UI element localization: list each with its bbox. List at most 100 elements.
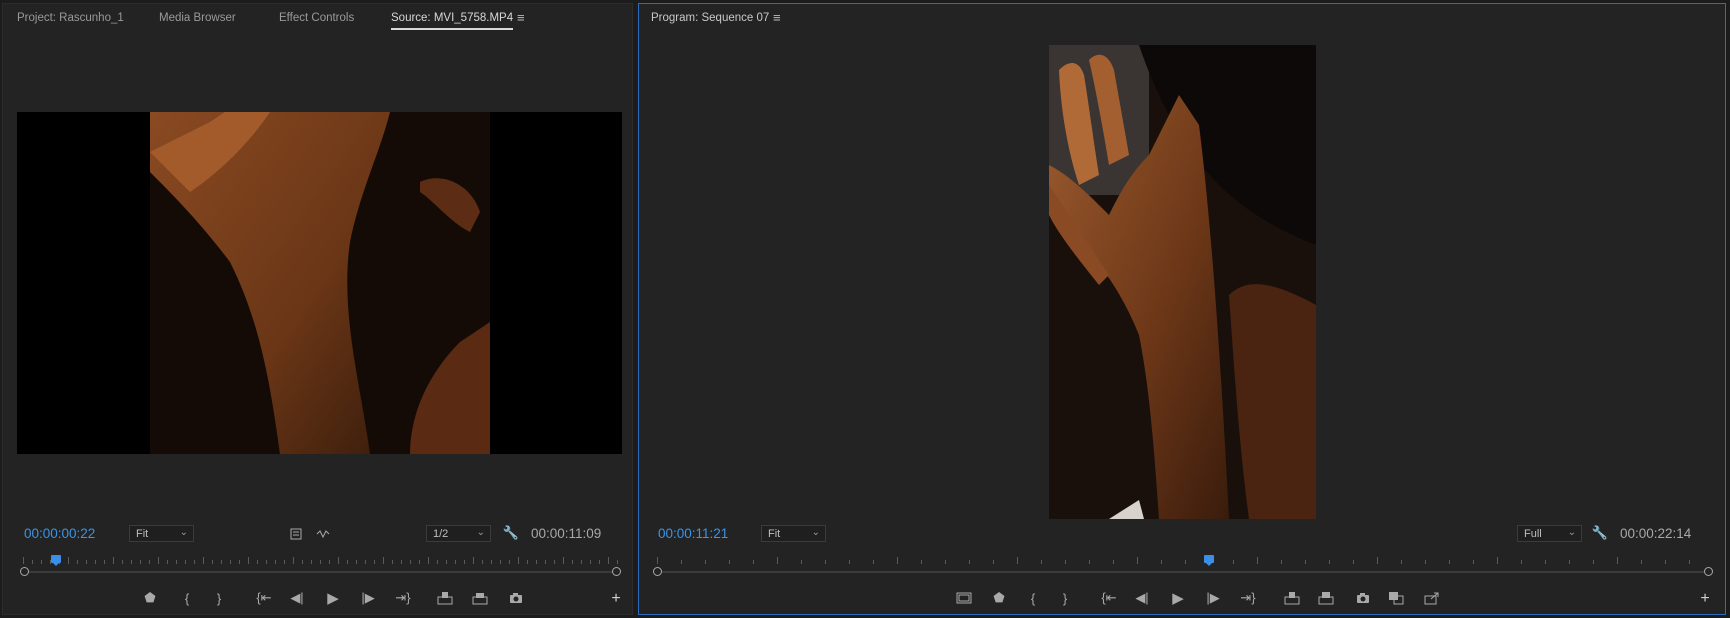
step-forward-icon[interactable]: |▶: [358, 588, 378, 608]
ruler-tick: [68, 557, 69, 564]
program-video-frame: [1049, 45, 1316, 519]
go-to-in-icon[interactable]: {⇤: [1099, 588, 1119, 608]
ruler-tick: [419, 560, 420, 564]
program-zoom-value: Fit: [768, 528, 781, 540]
ruler-tick: [1665, 560, 1666, 564]
export-frame-icon[interactable]: [506, 588, 526, 608]
overwrite-icon[interactable]: [470, 588, 490, 608]
step-back-icon[interactable]: ◀|: [1132, 588, 1152, 608]
ruler-tick: [491, 560, 492, 564]
ruler-tick: [753, 560, 754, 564]
source-zoom-scrollbar[interactable]: [27, 571, 616, 573]
ruler-tick: [257, 560, 258, 564]
hamburger-menu-icon[interactable]: ≡: [517, 10, 525, 25]
program-current-timecode[interactable]: 00:00:11:21: [658, 526, 728, 541]
ruler-tick: [248, 557, 249, 564]
hamburger-menu-icon[interactable]: ≡: [773, 10, 781, 25]
program-title[interactable]: Program: Sequence 07: [651, 12, 769, 24]
ruler-tick: [969, 560, 970, 564]
program-tab-bar: Program: Sequence 07 ≡: [639, 4, 1725, 34]
ruler-tick: [284, 560, 285, 564]
ruler-tick: [1545, 560, 1546, 564]
program-frame-image: [1049, 45, 1316, 519]
insert-icon[interactable]: [435, 588, 455, 608]
mark-in-icon[interactable]: {: [177, 588, 197, 608]
wrench-icon[interactable]: 🔧: [1590, 523, 1610, 543]
safe-margins-icon[interactable]: [954, 588, 974, 608]
drag-video-only-icon[interactable]: [286, 524, 306, 544]
play-icon[interactable]: ▶: [323, 588, 343, 608]
go-to-in-icon[interactable]: {⇤: [254, 588, 274, 608]
program-resolution-dropdown[interactable]: Full ⌄: [1517, 525, 1582, 542]
ruler-tick: [1641, 560, 1642, 564]
tab-effect-controls[interactable]: Effect Controls: [279, 12, 354, 24]
program-zoom-scrollbar[interactable]: [660, 571, 1707, 573]
export-icon[interactable]: [1422, 588, 1442, 608]
ruler-tick: [921, 560, 922, 564]
program-zoom-dropdown[interactable]: Fit ⌄: [761, 525, 826, 542]
program-time-ruler[interactable]: [657, 554, 1709, 564]
source-time-ruler[interactable]: [23, 554, 618, 564]
source-resolution-dropdown[interactable]: 1/2 ⌄: [426, 525, 491, 542]
step-back-icon[interactable]: ◀|: [287, 588, 307, 608]
drag-audio-only-icon[interactable]: [313, 524, 333, 544]
ruler-tick: [320, 560, 321, 564]
chevron-down-icon: ⌄: [811, 527, 820, 538]
export-frame-icon[interactable]: [1353, 588, 1373, 608]
ruler-tick: [149, 560, 150, 564]
play-icon[interactable]: ▶: [1168, 588, 1188, 608]
ruler-tick: [729, 560, 730, 564]
program-playhead[interactable]: [1204, 555, 1214, 566]
ruler-tick: [167, 560, 168, 564]
program-scroll-end-handle[interactable]: [1704, 567, 1713, 576]
ruler-tick: [617, 560, 618, 564]
chevron-down-icon: ⌄: [476, 527, 485, 538]
ruler-tick: [338, 557, 339, 564]
ruler-tick: [1257, 557, 1258, 564]
source-playhead[interactable]: [51, 555, 61, 566]
ruler-tick: [1617, 557, 1618, 564]
ruler-tick: [203, 557, 204, 564]
wrench-icon[interactable]: 🔧: [501, 523, 521, 543]
program-scroll-start-handle[interactable]: [653, 567, 662, 576]
ruler-tick: [41, 560, 42, 564]
source-tab-bar: Project: Rascunho_1 Media Browser Effect…: [3, 4, 632, 34]
source-scroll-end-handle[interactable]: [612, 567, 621, 576]
mark-out-icon[interactable]: }: [1055, 588, 1075, 608]
ruler-tick: [1161, 560, 1162, 564]
tab-source[interactable]: Source: MVI_5758.MP4: [391, 12, 514, 30]
extract-icon[interactable]: [1316, 588, 1336, 608]
ruler-tick: [221, 560, 222, 564]
ruler-tick: [608, 557, 609, 564]
mark-in-icon[interactable]: {: [1023, 588, 1043, 608]
source-zoom-dropdown[interactable]: Fit ⌄: [129, 525, 194, 542]
ruler-tick: [383, 557, 384, 564]
go-to-out-icon[interactable]: ⇥}: [1238, 588, 1258, 608]
ruler-tick: [825, 560, 826, 564]
ruler-tick: [401, 560, 402, 564]
source-current-timecode[interactable]: 00:00:00:22: [24, 526, 95, 541]
ruler-tick: [32, 560, 33, 564]
ruler-tick: [428, 557, 429, 564]
ruler-tick: [1425, 560, 1426, 564]
ruler-tick: [104, 560, 105, 564]
tab-media-browser[interactable]: Media Browser: [159, 12, 236, 24]
add-button-icon[interactable]: +: [1695, 589, 1715, 609]
step-forward-icon[interactable]: |▶: [1203, 588, 1223, 608]
ruler-tick: [1281, 560, 1282, 564]
lift-icon[interactable]: [1282, 588, 1302, 608]
go-to-out-icon[interactable]: ⇥}: [393, 588, 413, 608]
add-marker-icon[interactable]: ⬟: [140, 588, 160, 608]
ruler-tick: [239, 560, 240, 564]
ruler-tick: [23, 557, 24, 564]
source-scroll-start-handle[interactable]: [20, 567, 29, 576]
tab-project[interactable]: Project: Rascunho_1: [17, 12, 124, 24]
program-duration-timecode: 00:00:22:14: [1620, 526, 1692, 541]
comparison-view-icon[interactable]: [1386, 588, 1406, 608]
mark-out-icon[interactable]: }: [209, 588, 229, 608]
ruler-tick: [1497, 557, 1498, 564]
ruler-tick: [464, 560, 465, 564]
ruler-tick: [1041, 560, 1042, 564]
add-button-icon[interactable]: +: [606, 589, 626, 609]
add-marker-icon[interactable]: ⬟: [989, 588, 1009, 608]
